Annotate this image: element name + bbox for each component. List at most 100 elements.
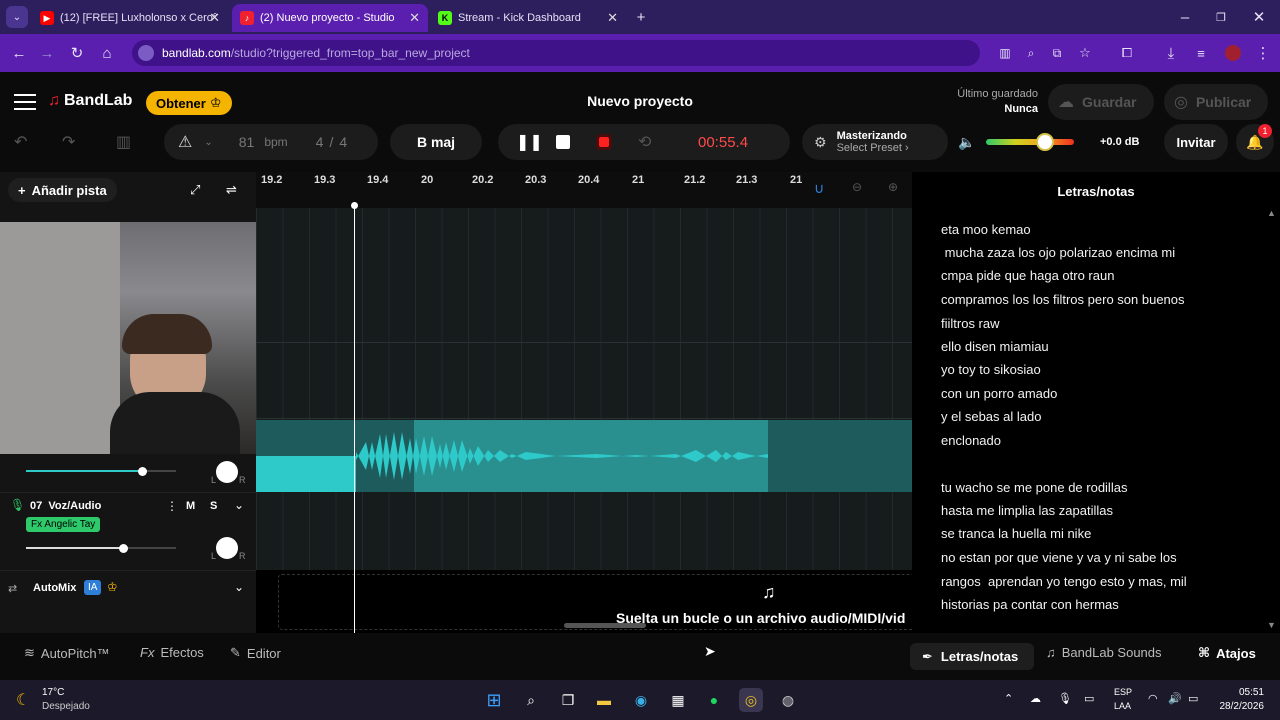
clock-date[interactable]: 28/2/2026	[1206, 701, 1265, 712]
site-info-icon[interactable]	[138, 45, 154, 61]
volume-knob[interactable]	[1036, 133, 1054, 151]
horizontal-scrollbar[interactable]	[564, 623, 646, 628]
lyrics-textarea[interactable]: eta moo kemao mucha zaza los ojo polariz…	[912, 208, 1272, 633]
media-icon[interactable]: ≡	[1190, 42, 1212, 64]
close-icon[interactable]: ✕	[209, 10, 220, 26]
profile-avatar[interactable]	[1222, 42, 1244, 64]
fx-badge[interactable]: Fx Angelic Tay	[26, 517, 101, 532]
search-icon[interactable]: ⌕	[519, 688, 543, 712]
scroll-up-icon[interactable]: ▲	[1267, 208, 1276, 218]
invite-button[interactable]: Invitar	[1164, 124, 1228, 160]
close-icon[interactable]: ✕	[409, 10, 420, 26]
zoom-icon[interactable]: ⌕	[1020, 42, 1042, 64]
download-icon[interactable]: ⤓	[1160, 42, 1182, 64]
pan-knob[interactable]	[216, 461, 238, 483]
track-settings-icon[interactable]: ⇌	[226, 182, 237, 198]
playhead[interactable]	[354, 202, 355, 633]
extensions-icon[interactable]: ⧠	[1116, 42, 1138, 64]
new-tab-button[interactable]: +	[630, 6, 652, 28]
editor-button[interactable]: ✎ Editor	[230, 645, 281, 661]
record-icon[interactable]	[599, 137, 609, 147]
pan-knob[interactable]	[216, 537, 238, 559]
forward-icon[interactable]: →	[36, 42, 58, 64]
tab-bandlab-sounds[interactable]: ♫ BandLab Sounds	[1046, 645, 1162, 660]
time-signature-denominator[interactable]: 4	[339, 134, 347, 150]
hamburger-menu-icon[interactable]	[14, 94, 36, 110]
tab-kick[interactable]: K Stream - Kick Dashboard ✕	[430, 4, 626, 32]
add-track-button[interactable]: + Añadir pista	[8, 178, 117, 202]
display-tray-icon[interactable]: ▭	[1084, 692, 1094, 705]
clock-time[interactable]: 05:51	[1226, 687, 1264, 698]
mute-button[interactable]: M	[186, 500, 195, 512]
publish-button[interactable]: ◎ Publicar	[1164, 84, 1268, 120]
store-icon[interactable]: ▦	[666, 688, 690, 712]
cast-icon[interactable]: ⧉	[1046, 42, 1068, 64]
wifi-icon[interactable]: ◠	[1148, 692, 1158, 705]
redo-icon[interactable]: ↷	[62, 132, 75, 152]
solo-button[interactable]: S	[210, 500, 217, 512]
window-close-button[interactable]: ✕	[1248, 6, 1270, 28]
tab-lyrics-notes[interactable]: ✒ Letras/notas	[910, 643, 1034, 670]
zoom-in-icon[interactable]: ⊕	[888, 180, 898, 194]
timeline[interactable]: 19.2 19.3 19.4 20 20.2 20.3 20.4 21 21.2…	[256, 172, 912, 633]
close-icon[interactable]: ✕	[607, 10, 618, 26]
autopitch-button[interactable]: ≋ AutoPitch™	[24, 645, 110, 661]
tab-bandlab[interactable]: ♪ (2) Nuevo proyecto - Studio ✕	[232, 4, 428, 32]
mixer-icon[interactable]: ▥	[116, 132, 131, 152]
home-icon[interactable]: ⌂	[96, 42, 118, 64]
track-volume-slider[interactable]	[26, 547, 176, 549]
stop-icon[interactable]	[556, 135, 570, 149]
track-name[interactable]: 07 Voz/Audio	[30, 500, 101, 512]
weather-desc[interactable]: Despejado	[42, 701, 90, 712]
project-title[interactable]: Nuevo proyecto	[540, 93, 740, 109]
snap-magnet-icon[interactable]: ∪	[814, 180, 824, 197]
menu-icon[interactable]: ⋮	[1252, 42, 1274, 64]
bandlab-logo[interactable]: ♫ BandLab	[48, 92, 132, 110]
chevron-down-icon[interactable]: ⌄	[204, 137, 212, 148]
chevron-up-icon[interactable]: ⌃	[1004, 692, 1013, 705]
tab-youtube[interactable]: ▶ (12) [FREE] Luxholonso x Cero° ✕	[32, 4, 228, 32]
star-icon[interactable]: ☆	[1074, 42, 1096, 64]
pause-icon[interactable]: ❚❚	[516, 132, 543, 152]
effects-button[interactable]: Fx Efectos	[140, 645, 204, 660]
reader-icon[interactable]: ▥	[994, 42, 1016, 64]
shortcuts-button[interactable]: ⌘ Atajos	[1198, 645, 1256, 661]
task-view-icon[interactable]: ❐	[556, 688, 580, 712]
bpm-value[interactable]: 81	[239, 134, 255, 150]
automation-icon[interactable]: ⤢	[190, 182, 200, 198]
master-volume-slider[interactable]	[986, 139, 1074, 145]
speaker-icon[interactable]: 🔈	[958, 134, 975, 151]
save-button[interactable]: ☁ Guardar	[1048, 84, 1154, 120]
tab-list-icon[interactable]: ⌄	[6, 6, 28, 28]
metronome-icon[interactable]: ⚠	[178, 132, 192, 152]
volume-tray-icon[interactable]: 🔊	[1168, 692, 1182, 705]
weather-temp[interactable]: 17°C	[42, 687, 64, 698]
spotify-icon[interactable]: ●	[702, 688, 726, 712]
obs-icon[interactable]: ◍	[776, 688, 800, 712]
volume-handle[interactable]	[119, 544, 128, 553]
maximize-button[interactable]: ❐	[1210, 6, 1232, 28]
mic-tray-icon[interactable]: 🎙	[1058, 692, 1072, 705]
scroll-down-icon[interactable]: ▼	[1267, 620, 1276, 630]
chevron-down-icon[interactable]: ⌄	[234, 580, 244, 594]
chevron-down-icon[interactable]: ⌄	[234, 498, 244, 512]
language-1[interactable]: ESP	[1114, 687, 1132, 697]
loop-icon[interactable]: ⟲	[638, 132, 651, 152]
track-volume-slider[interactable]	[26, 470, 176, 472]
file-explorer-icon[interactable]: ▬	[592, 688, 616, 712]
reload-icon[interactable]: ↻	[66, 42, 88, 64]
track-menu-icon[interactable]: ⋮	[166, 499, 178, 513]
time-signature-numerator[interactable]: 4	[316, 134, 324, 150]
obtener-button[interactable]: Obtener ♔	[146, 91, 232, 115]
chrome-icon[interactable]: ◎	[739, 688, 763, 712]
address-bar[interactable]: bandlab.com/studio?triggered_from=top_ba…	[132, 40, 980, 66]
language-2[interactable]: LAA	[1114, 701, 1131, 711]
zoom-out-icon[interactable]: ⊖	[852, 180, 862, 194]
mastering-button[interactable]: ⚙ Masterizando Select Preset ›	[802, 124, 948, 160]
windows-start-icon[interactable]: ⊞	[482, 688, 506, 712]
edge-icon[interactable]: ◉	[629, 688, 653, 712]
key-selector[interactable]: B maj	[390, 124, 482, 160]
minimize-button[interactable]: –	[1174, 6, 1196, 28]
battery-icon[interactable]: ▭	[1188, 692, 1198, 705]
undo-icon[interactable]: ↶	[14, 132, 27, 152]
